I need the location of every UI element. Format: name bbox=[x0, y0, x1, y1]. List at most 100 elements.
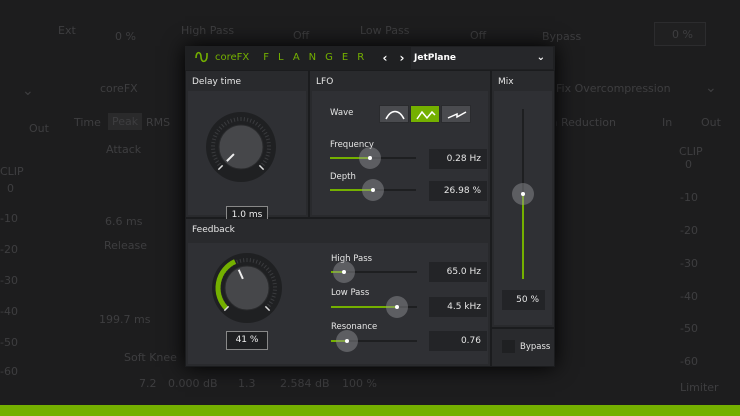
scale-label: -10 bbox=[680, 191, 698, 204]
frequency-slider[interactable] bbox=[330, 147, 416, 169]
bg-release-val: 199.7 ms bbox=[99, 313, 151, 326]
preset-dropdown[interactable]: JetPlane ⌄ bbox=[411, 47, 553, 69]
frequency-value[interactable]: 0.28 Hz bbox=[429, 149, 487, 169]
feedback-panel: Feedback 41 % High Pass 65.0 Hz Low Pass… bbox=[186, 219, 490, 366]
sine-wave-icon bbox=[385, 110, 405, 120]
bg-in: In bbox=[662, 116, 673, 129]
sine-logo-icon bbox=[195, 51, 208, 63]
scale-label: -60 bbox=[0, 365, 18, 378]
flanger-plugin-window: coreFX FLANGER ‹ › JetPlane ⌄ Delay time … bbox=[185, 46, 555, 367]
brand-name: coreFX bbox=[215, 51, 250, 63]
scale-label: -50 bbox=[0, 336, 18, 349]
bg-out: Out bbox=[701, 116, 721, 129]
bg-bottom-val: 2.584 dB bbox=[280, 377, 330, 390]
wave-triangle-button[interactable] bbox=[410, 105, 440, 123]
resonance-value[interactable]: 0.76 bbox=[429, 331, 487, 351]
bg-clip: CLIP bbox=[679, 145, 703, 158]
knob-tick bbox=[272, 282, 277, 285]
low-pass-slider[interactable] bbox=[331, 296, 417, 318]
feedback-value[interactable]: 41 % bbox=[226, 331, 268, 350]
bg-peak: Peak bbox=[108, 113, 143, 130]
bg-preset: Fix Overcompression bbox=[556, 82, 671, 95]
slider-thumb[interactable] bbox=[512, 183, 534, 205]
scale-label: -10 bbox=[0, 212, 18, 225]
bg-output-value: 0 % bbox=[672, 28, 693, 41]
chevron-down-icon: ⌄ bbox=[536, 52, 545, 63]
knob-tick bbox=[211, 141, 216, 144]
bypass-label: Bypass bbox=[520, 342, 551, 352]
mix-title: Mix bbox=[498, 77, 514, 87]
plugin-header: coreFX FLANGER ‹ › JetPlane ⌄ bbox=[185, 46, 555, 70]
delay-time-knob[interactable] bbox=[204, 110, 278, 184]
bg-time: Time bbox=[74, 116, 101, 129]
delay-time-panel: Delay time 1.0 ms bbox=[186, 71, 308, 225]
bg-ext-label: Ext bbox=[58, 24, 76, 37]
bg-bypass-label: Bypass bbox=[542, 30, 582, 43]
feedback-title: Feedback bbox=[192, 225, 235, 235]
delay-time-title: Delay time bbox=[192, 77, 242, 87]
bg-bottom-val: 0.000 dB bbox=[168, 377, 218, 390]
depth-value[interactable]: 26.98 % bbox=[429, 181, 487, 201]
scale-label: -30 bbox=[680, 257, 698, 270]
scale-label: -40 bbox=[0, 305, 18, 318]
bg-release: Release bbox=[104, 239, 147, 252]
triangle-wave-icon bbox=[416, 110, 436, 120]
logo: coreFX FLANGER bbox=[195, 50, 373, 64]
scale-label: 0 bbox=[685, 158, 692, 171]
low-pass-label: Low Pass bbox=[331, 288, 370, 298]
slider-thumb[interactable] bbox=[332, 261, 355, 283]
scale-label: -40 bbox=[680, 290, 698, 303]
resonance-slider[interactable] bbox=[331, 330, 417, 352]
depth-slider[interactable] bbox=[330, 179, 416, 201]
scale-label: -50 bbox=[680, 322, 698, 335]
scale-label: -20 bbox=[680, 224, 698, 237]
lfo-panel: LFO Wave Frequency 0.28 Hz Depth 26.98 % bbox=[310, 71, 490, 217]
bg-limiter: Limiter bbox=[680, 381, 719, 394]
prev-preset-button[interactable]: ‹ bbox=[377, 46, 393, 70]
bottom-accent-bar bbox=[0, 405, 740, 416]
bg-softknee: Soft Knee bbox=[124, 351, 177, 364]
knob-tick bbox=[266, 141, 271, 144]
bg-gain-reduction: Gain Reduction bbox=[556, 116, 616, 129]
low-pass-value[interactable]: 4.5 kHz bbox=[429, 297, 487, 317]
bg-highpass-value: Off bbox=[293, 29, 310, 42]
high-pass-slider[interactable] bbox=[331, 261, 417, 283]
bg-attack: Attack bbox=[106, 143, 142, 156]
bypass-checkbox[interactable] bbox=[502, 340, 515, 353]
depth-label: Depth bbox=[330, 172, 356, 182]
preset-name: JetPlane bbox=[414, 53, 457, 63]
bg-highpass-label: High Pass bbox=[181, 24, 235, 37]
plugin-name: FLANGER bbox=[263, 51, 374, 63]
resonance-label: Resonance bbox=[331, 322, 378, 332]
scale-label: -60 bbox=[680, 355, 698, 368]
bg-chevron-icon: ⌄ bbox=[22, 83, 34, 99]
wave-sawtooth-button[interactable] bbox=[441, 105, 471, 123]
feedback-knob[interactable] bbox=[210, 251, 284, 325]
mix-slider[interactable] bbox=[512, 109, 534, 279]
scale-label: -30 bbox=[0, 274, 18, 287]
slider-thumb[interactable] bbox=[362, 179, 384, 201]
bg-rms: RMS bbox=[146, 116, 171, 129]
bg-chevron-icon: ⌄ bbox=[705, 80, 717, 96]
bg-lowpass-value: Off bbox=[470, 29, 487, 42]
scale-label: 0 bbox=[7, 182, 14, 195]
mix-panel: Mix 50 % bbox=[492, 71, 554, 327]
next-preset-button[interactable]: › bbox=[394, 46, 410, 70]
high-pass-value[interactable]: 65.0 Hz bbox=[429, 262, 487, 282]
wave-sine-button[interactable] bbox=[379, 105, 409, 123]
bg-clip: CLIP bbox=[0, 165, 24, 178]
bg-attack-val: 6.6 ms bbox=[105, 215, 143, 228]
sawtooth-wave-icon bbox=[447, 111, 467, 119]
bg-bottom-val: 7.2 bbox=[139, 377, 157, 390]
mix-value[interactable]: 50 % bbox=[502, 290, 545, 310]
lfo-title: LFO bbox=[316, 77, 334, 87]
bg-bottom-val: 1.3 bbox=[238, 377, 256, 390]
bg-lowpass-label: Low Pass bbox=[360, 24, 410, 37]
bg-brand: coreFX bbox=[100, 82, 138, 95]
wave-label: Wave bbox=[330, 108, 354, 118]
bg-ext-value: 0 % bbox=[115, 30, 136, 43]
bg-out: Out bbox=[29, 122, 49, 135]
scale-label: -20 bbox=[0, 243, 18, 256]
bg-bottom-val: 100 % bbox=[342, 377, 377, 390]
bypass-panel: Bypass bbox=[492, 329, 554, 366]
